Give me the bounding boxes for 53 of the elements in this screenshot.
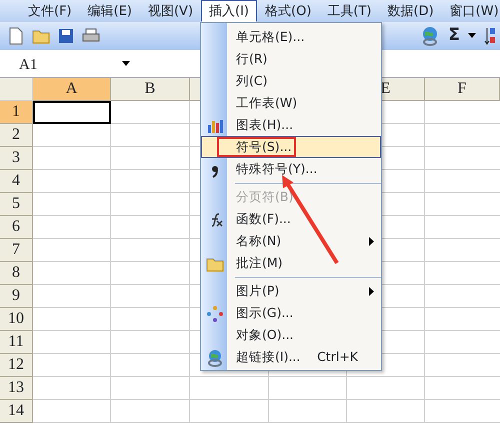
globe-link-icon — [206, 349, 224, 367]
sort-icon[interactable] — [484, 26, 496, 46]
menu-item[interactable]: 名称(N) — [236, 232, 282, 250]
diagram-icon — [206, 305, 224, 323]
shortcut-text: Ctrl+K — [317, 348, 359, 366]
row-header[interactable]: 11 — [0, 331, 33, 354]
menu-item[interactable]: 特殊符号(Y)... — [236, 160, 318, 178]
column-header[interactable]: F — [425, 78, 500, 101]
menu-item[interactable]: 格式(O) — [257, 0, 320, 22]
autosum-button[interactable]: Σ — [448, 23, 460, 49]
menu-item[interactable]: 函数(F)... — [236, 210, 291, 228]
new-document-icon[interactable] — [8, 27, 24, 45]
row-header[interactable]: 14 — [0, 400, 33, 423]
menu-item[interactable]: 工作表(W) — [236, 94, 298, 112]
print-icon[interactable] — [82, 28, 100, 44]
column-header[interactable]: B — [111, 78, 190, 101]
row-header[interactable]: 10 — [0, 308, 33, 331]
row-header[interactable]: 12 — [0, 354, 33, 377]
row-header[interactable]: 3 — [0, 147, 33, 170]
row-header[interactable]: 7 — [0, 239, 33, 262]
menu-item[interactable]: 编辑(E) — [80, 0, 140, 22]
row-header[interactable]: 1 — [0, 101, 33, 124]
row-header[interactable]: 9 — [0, 285, 33, 308]
row-header[interactable]: 2 — [0, 124, 33, 147]
menu-item[interactable]: 批注(M) — [236, 254, 283, 272]
menu-item[interactable]: 行(R) — [236, 50, 268, 68]
menu-item: 分页符(B) — [236, 188, 294, 206]
active-cell[interactable] — [33, 101, 111, 124]
row-header[interactable]: 4 — [0, 170, 33, 193]
bar-chart-icon — [206, 117, 224, 135]
row-header[interactable]: 5 — [0, 193, 33, 216]
menu-item[interactable]: 对象(O)... — [236, 326, 294, 344]
row-header[interactable]: 6 — [0, 216, 33, 239]
dropdown-caret-icon[interactable] — [122, 60, 130, 66]
menu-item[interactable]: 数据(D) — [380, 0, 442, 22]
menu-item[interactable]: 符号(S)... — [217, 137, 296, 157]
save-icon[interactable] — [58, 28, 74, 44]
column-header[interactable]: A — [33, 78, 111, 101]
row-header[interactable]: 13 — [0, 377, 33, 400]
menu-item[interactable]: 图示(G)... — [236, 304, 294, 322]
row-header[interactable]: 8 — [0, 262, 33, 285]
menu-item[interactable]: 视图(V) — [140, 0, 202, 22]
menu-item[interactable]: 超链接(I)... — [236, 348, 300, 366]
corner-cell[interactable] — [0, 78, 33, 101]
menu-item[interactable]: 窗口(W) — [442, 0, 500, 22]
caret-icon[interactable] — [468, 33, 476, 39]
menu-item[interactable]: 图片(P) — [236, 282, 280, 300]
menu-item[interactable]: 文件(F) — [20, 0, 80, 22]
menu-item[interactable]: 工具(T) — [319, 0, 380, 22]
menu-item[interactable]: 插入(I) — [201, 0, 258, 22]
menu-item[interactable]: 列(C) — [236, 72, 268, 90]
menu-item[interactable]: 图表(H)... — [236, 116, 294, 134]
menu-item[interactable]: 单元格(E)... — [236, 28, 305, 46]
